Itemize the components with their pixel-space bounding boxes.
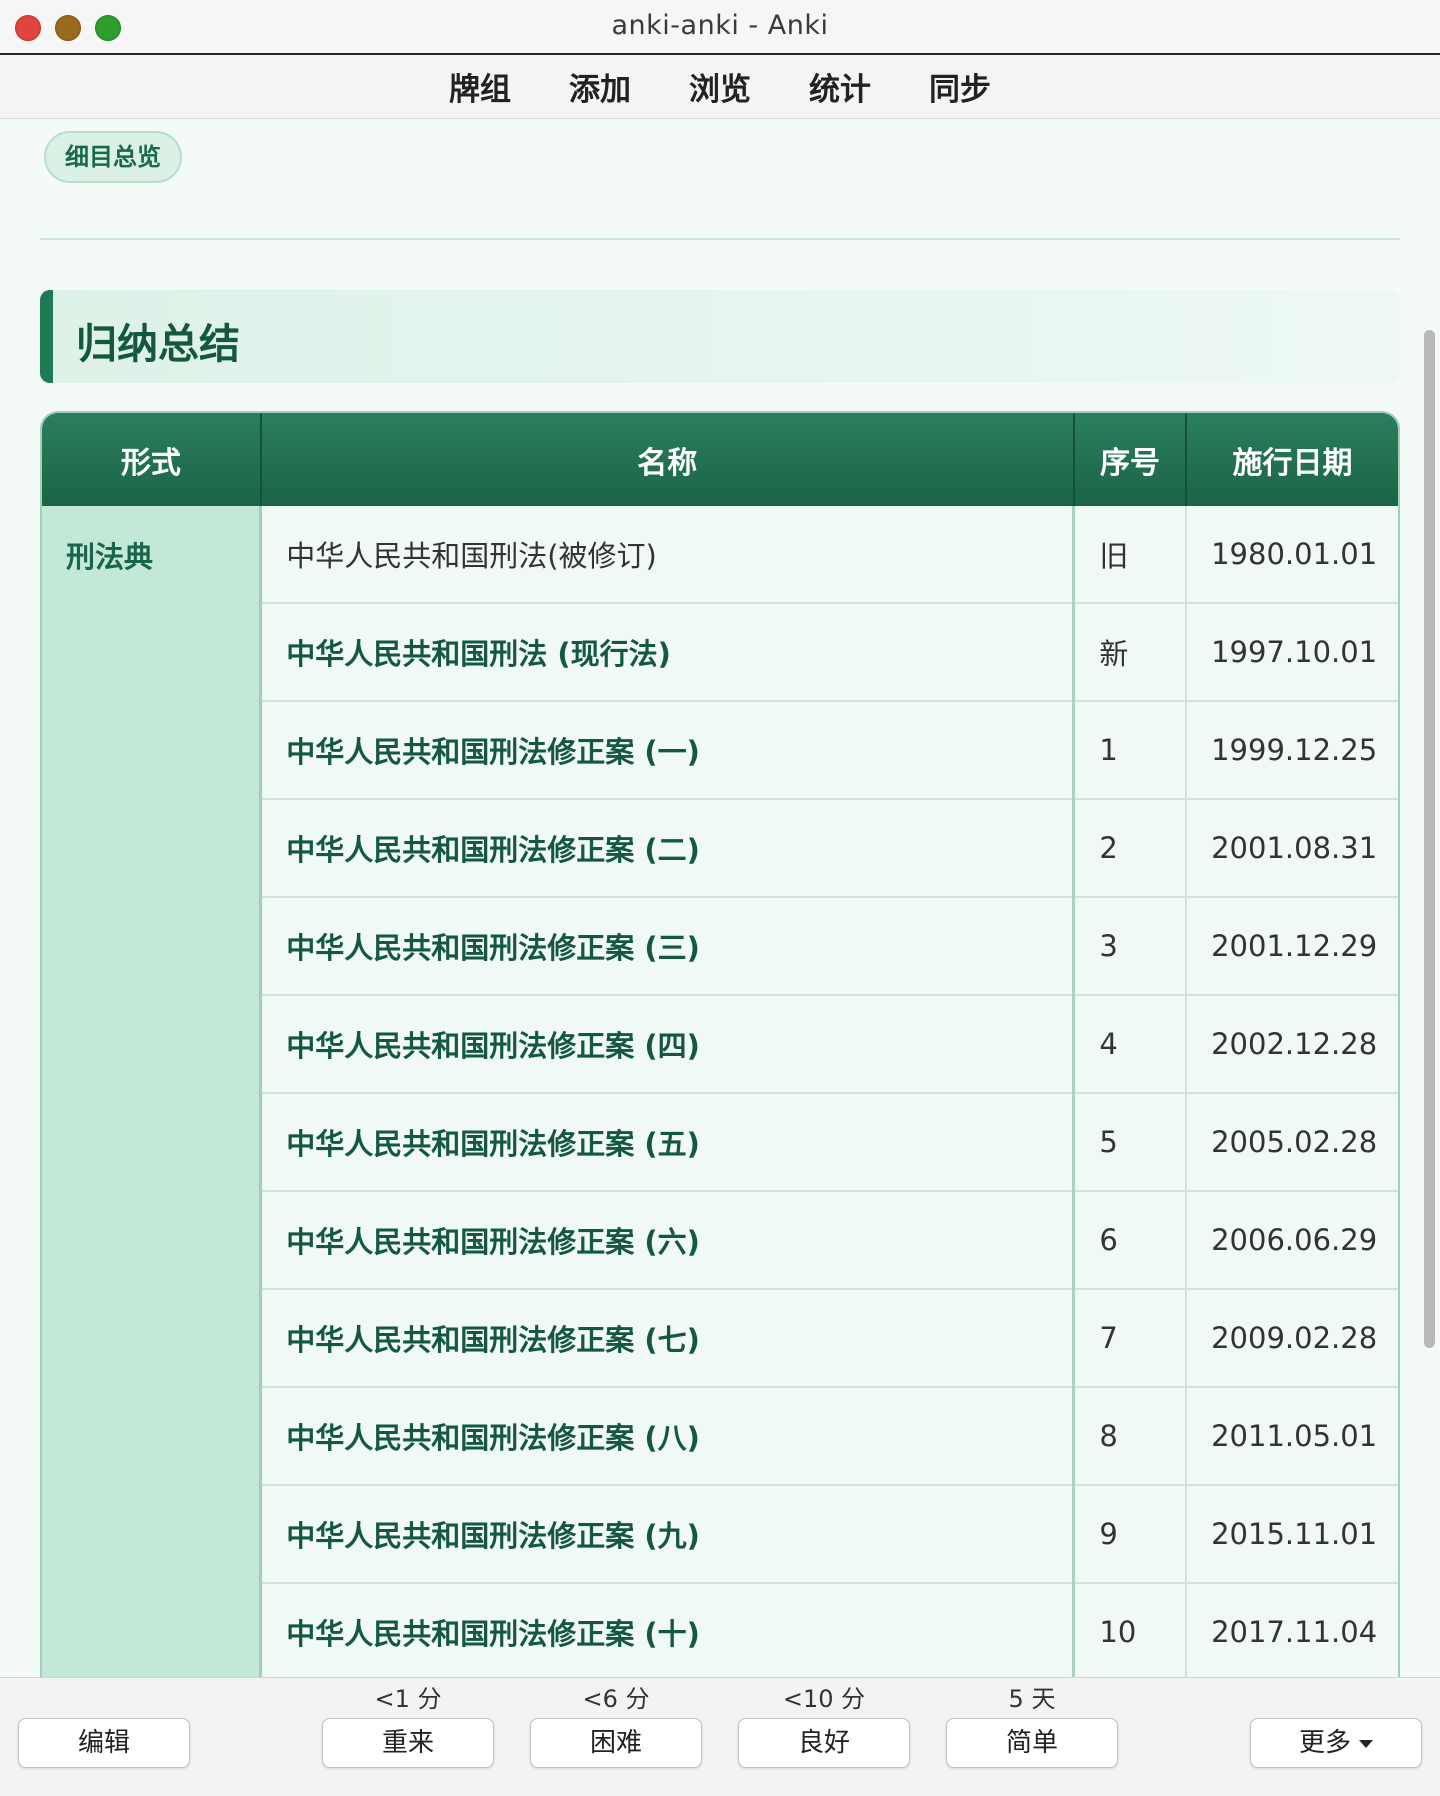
seq-cell: 10 xyxy=(1073,1583,1188,1677)
date-cell: 2002.12.28 xyxy=(1186,995,1398,1094)
toolbar-stats[interactable]: 统计 xyxy=(780,64,900,109)
overview-pill[interactable]: 细目总览 xyxy=(44,131,182,183)
header-form: 形式 xyxy=(42,413,262,506)
name-cell: 中华人民共和国刑法修正案 (一) xyxy=(260,701,1076,800)
window-titlebar: anki-anki - Anki xyxy=(0,0,1440,55)
date-cell: 1997.10.01 xyxy=(1186,603,1398,702)
date-cell: 2011.05.01 xyxy=(1186,1387,1398,1486)
name-cell: 中华人民共和国刑法修正案 (三) xyxy=(260,897,1076,996)
again-interval: <1 分 xyxy=(374,1685,442,1713)
name-cell: 中华人民共和国刑法修正案 (四) xyxy=(260,995,1076,1094)
toolbar-sync[interactable]: 同步 xyxy=(900,64,1020,109)
name-cell: 中华人民共和国刑法修正案 (十) xyxy=(260,1583,1076,1677)
vertical-scrollbar[interactable] xyxy=(1424,330,1435,1348)
name-cell: 中华人民共和国刑法修正案 (二) xyxy=(260,799,1076,898)
section-divider xyxy=(40,238,1400,240)
hard-button[interactable]: 困难 xyxy=(530,1718,702,1768)
date-cell: 2009.02.28 xyxy=(1186,1289,1398,1388)
date-cell: 2017.11.04 xyxy=(1186,1583,1398,1677)
window-title: anki-anki - Anki xyxy=(611,10,829,41)
section-accent-bar xyxy=(40,290,53,383)
seq-cell: 2 xyxy=(1073,799,1188,898)
toolbar-browse[interactable]: 浏览 xyxy=(660,64,780,109)
edit-button[interactable]: 编辑 xyxy=(18,1718,190,1768)
summary-table-container: 形式 名称 序号 施行日期 刑法典 中华人民共和国刑法(被修订) 旧 1980.… xyxy=(40,411,1400,1677)
good-button[interactable]: 良好 xyxy=(738,1718,910,1768)
date-cell: 2005.02.28 xyxy=(1186,1093,1398,1192)
date-cell: 1980.01.01 xyxy=(1186,506,1398,604)
seq-cell: 9 xyxy=(1073,1485,1188,1584)
name-cell: 中华人民共和国刑法修正案 (九) xyxy=(260,1485,1076,1584)
seq-cell: 4 xyxy=(1073,995,1188,1094)
easy-interval: 5 天 xyxy=(1008,1685,1056,1713)
seq-cell: 6 xyxy=(1073,1191,1188,1290)
date-cell: 2001.08.31 xyxy=(1186,799,1398,898)
seq-cell: 1 xyxy=(1073,701,1188,800)
date-cell: 2006.06.29 xyxy=(1186,1191,1398,1290)
name-cell: 中华人民共和国刑法修正案 (五) xyxy=(260,1093,1076,1192)
again-button[interactable]: 重来 xyxy=(322,1718,494,1768)
easy-button[interactable]: 简单 xyxy=(946,1718,1118,1768)
form-cell: 刑法典 xyxy=(42,506,263,1677)
hard-interval: <6 分 xyxy=(582,1685,650,1713)
date-cell: 1999.12.25 xyxy=(1186,701,1398,800)
seq-cell: 5 xyxy=(1073,1093,1188,1192)
name-cell: 中华人民共和国刑法修正案 (六) xyxy=(260,1191,1076,1290)
seq-cell: 7 xyxy=(1073,1289,1188,1388)
seq-cell: 旧 xyxy=(1073,506,1188,604)
main-toolbar: 牌组 添加 浏览 统计 同步 xyxy=(0,55,1440,119)
seq-cell: 新 xyxy=(1073,603,1188,702)
seq-cell: 3 xyxy=(1073,897,1188,996)
seq-cell: 8 xyxy=(1073,1387,1188,1486)
card-content: 细目总览 归纳总结 形式 名称 序号 施行日期 刑法典 中华人民共和国刑法(被修… xyxy=(0,119,1422,1677)
caret-down-icon xyxy=(1359,1739,1373,1748)
toolbar-decks[interactable]: 牌组 xyxy=(420,64,540,109)
table-row: 刑法典 中华人民共和国刑法(被修订) 旧 1980.01.01 xyxy=(42,506,1398,1677)
summary-table: 形式 名称 序号 施行日期 刑法典 中华人民共和国刑法(被修订) 旧 1980.… xyxy=(42,413,1398,1677)
header-date: 施行日期 xyxy=(1186,413,1398,506)
header-name: 名称 xyxy=(260,413,1075,506)
date-cell: 2015.11.01 xyxy=(1186,1485,1398,1584)
good-interval: <10 分 xyxy=(782,1685,866,1713)
section-header: 归纳总结 xyxy=(40,290,1400,383)
date-cell: 2001.12.29 xyxy=(1186,897,1398,996)
header-seq: 序号 xyxy=(1073,413,1188,506)
name-cell: 中华人民共和国刑法(被修订) xyxy=(260,506,1076,604)
name-cell: 中华人民共和国刑法 (现行法) xyxy=(260,603,1076,702)
name-cell: 中华人民共和国刑法修正案 (八) xyxy=(260,1387,1076,1486)
toolbar-add[interactable]: 添加 xyxy=(540,64,660,109)
table-header-row: 形式 名称 序号 施行日期 xyxy=(42,413,1398,506)
section-title: 归纳总结 xyxy=(76,320,240,368)
more-label: 更多 xyxy=(1298,1728,1351,1758)
name-cell: 中华人民共和国刑法修正案 (七) xyxy=(260,1289,1076,1388)
more-button[interactable]: 更多 xyxy=(1250,1718,1422,1768)
reviewer-bottom-bar: 编辑 <1 分 重来 <6 分 困难 <10 分 良好 5 天 简单 更多 xyxy=(0,1677,1440,1796)
